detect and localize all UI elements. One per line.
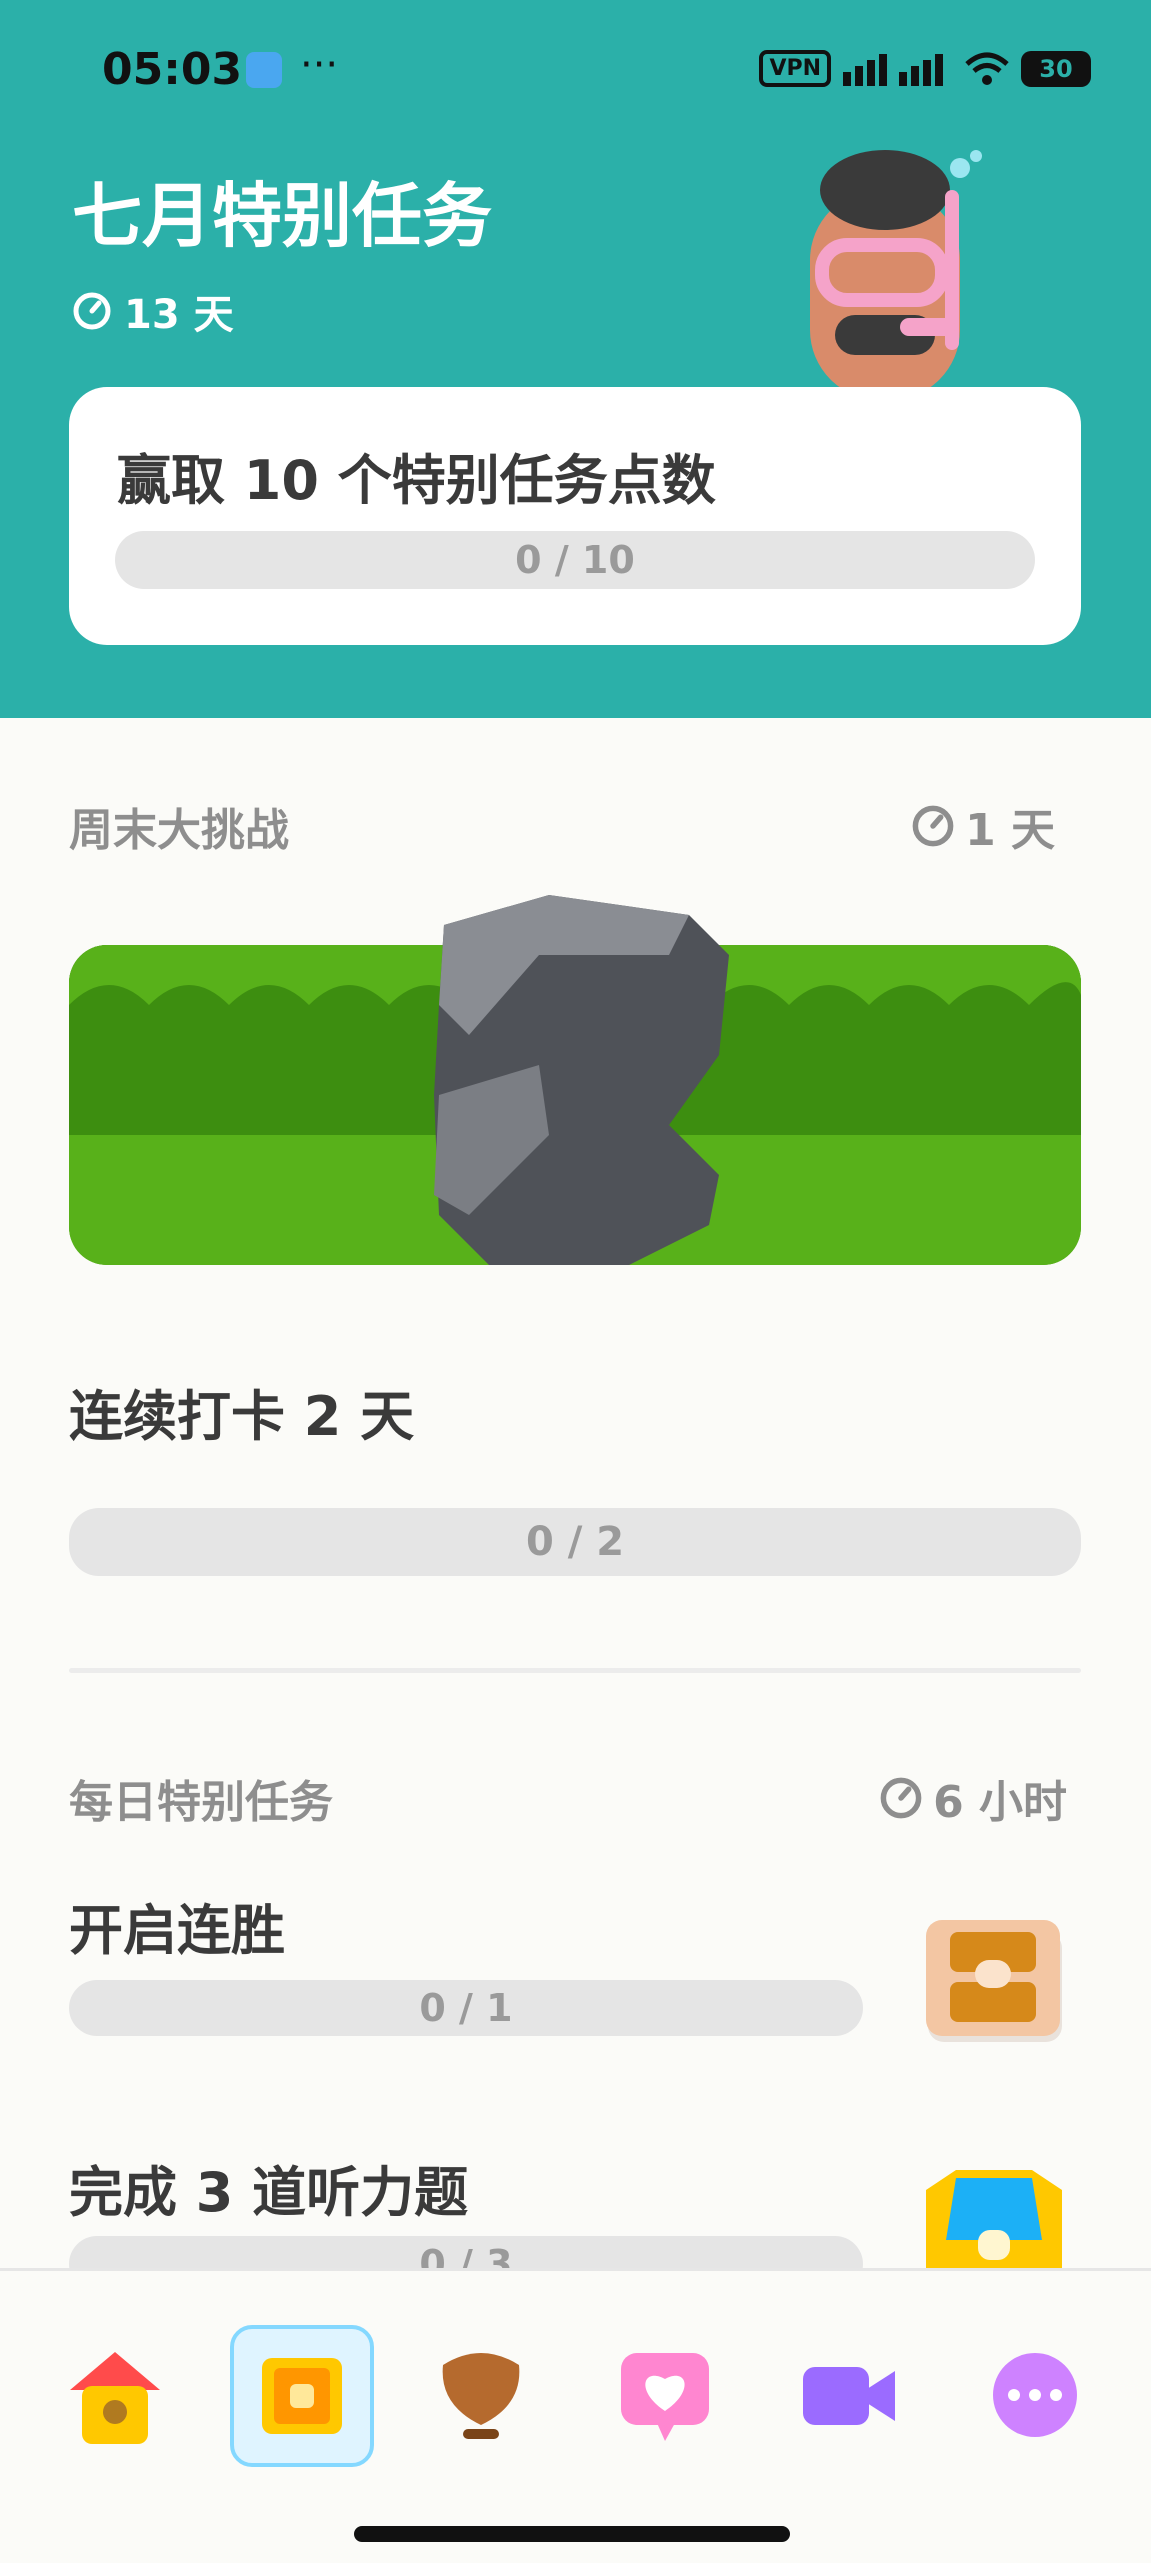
chest-icon xyxy=(926,1920,1062,2042)
wifi-icon xyxy=(965,52,1009,85)
timer-icon xyxy=(912,805,954,847)
page-title: 七月特别任务 xyxy=(72,175,492,257)
status-more: ··· xyxy=(300,42,339,88)
weekend-progress-bar: 0 / 2 xyxy=(69,1508,1081,1576)
event-timer: 13 天 xyxy=(72,282,234,340)
status-icons: VPN 30 xyxy=(759,50,1091,87)
daily-task-title: 完成 3 道听力题 xyxy=(69,2161,469,2224)
tab-friends[interactable] xyxy=(600,2330,730,2460)
timer-icon xyxy=(880,1777,922,1819)
gold-chest-icon xyxy=(926,2170,1062,2270)
weekend-progress-text: 0 / 2 xyxy=(525,1519,625,1565)
birdhouse-icon xyxy=(70,2352,160,2444)
weekend-timer: 1 天 xyxy=(911,794,1055,858)
tab-leaderboard[interactable] xyxy=(416,2330,546,2460)
battery-icon: 30 xyxy=(1021,50,1091,87)
bronze-shield-icon xyxy=(442,2353,520,2439)
section-divider xyxy=(69,1668,1081,1673)
daily-timer: 6 小时 xyxy=(879,1766,1067,1830)
tab-more[interactable] xyxy=(970,2330,1100,2460)
tab-home[interactable] xyxy=(50,2330,180,2460)
app-notification-icon xyxy=(246,52,282,88)
weekend-section-title: 周末大挑战 xyxy=(69,805,289,856)
video-camera-icon xyxy=(803,2367,895,2425)
vpn-icon: VPN xyxy=(759,50,831,87)
status-time: 05:03 xyxy=(102,44,243,95)
event-progress-text: 0 / 10 xyxy=(515,538,635,582)
event-progress-card xyxy=(69,387,1081,645)
timer-icon xyxy=(73,292,111,330)
weekend-time-left: 1 天 xyxy=(965,805,1055,856)
daily-time-left: 6 小时 xyxy=(933,1777,1067,1828)
daily-section-title: 每日特别任务 xyxy=(69,1777,333,1828)
character-illustration xyxy=(810,150,982,390)
daily-task-progress-text: 0 / 1 xyxy=(419,1986,513,2030)
signal-icon xyxy=(843,53,943,86)
heart-chat-icon xyxy=(621,2353,709,2441)
event-goal-title: 赢取 10 个特别任务点数 xyxy=(117,449,716,512)
tab-quests[interactable] xyxy=(230,2325,374,2467)
weekend-challenge-illustration xyxy=(69,895,1081,1265)
days-left: 13 天 xyxy=(124,292,234,338)
event-progress-bar: 0 / 10 xyxy=(115,531,1035,589)
weekend-task-title: 连续打卡 2 天 xyxy=(69,1385,415,1448)
daily-task-title: 开启连胜 xyxy=(69,1899,285,1962)
tab-video[interactable] xyxy=(784,2330,914,2460)
more-dots-icon xyxy=(993,2353,1077,2437)
treasure-chest-icon xyxy=(262,2358,342,2434)
home-indicator xyxy=(354,2526,790,2542)
daily-task-progress-bar: 0 / 1 xyxy=(69,1980,863,2036)
